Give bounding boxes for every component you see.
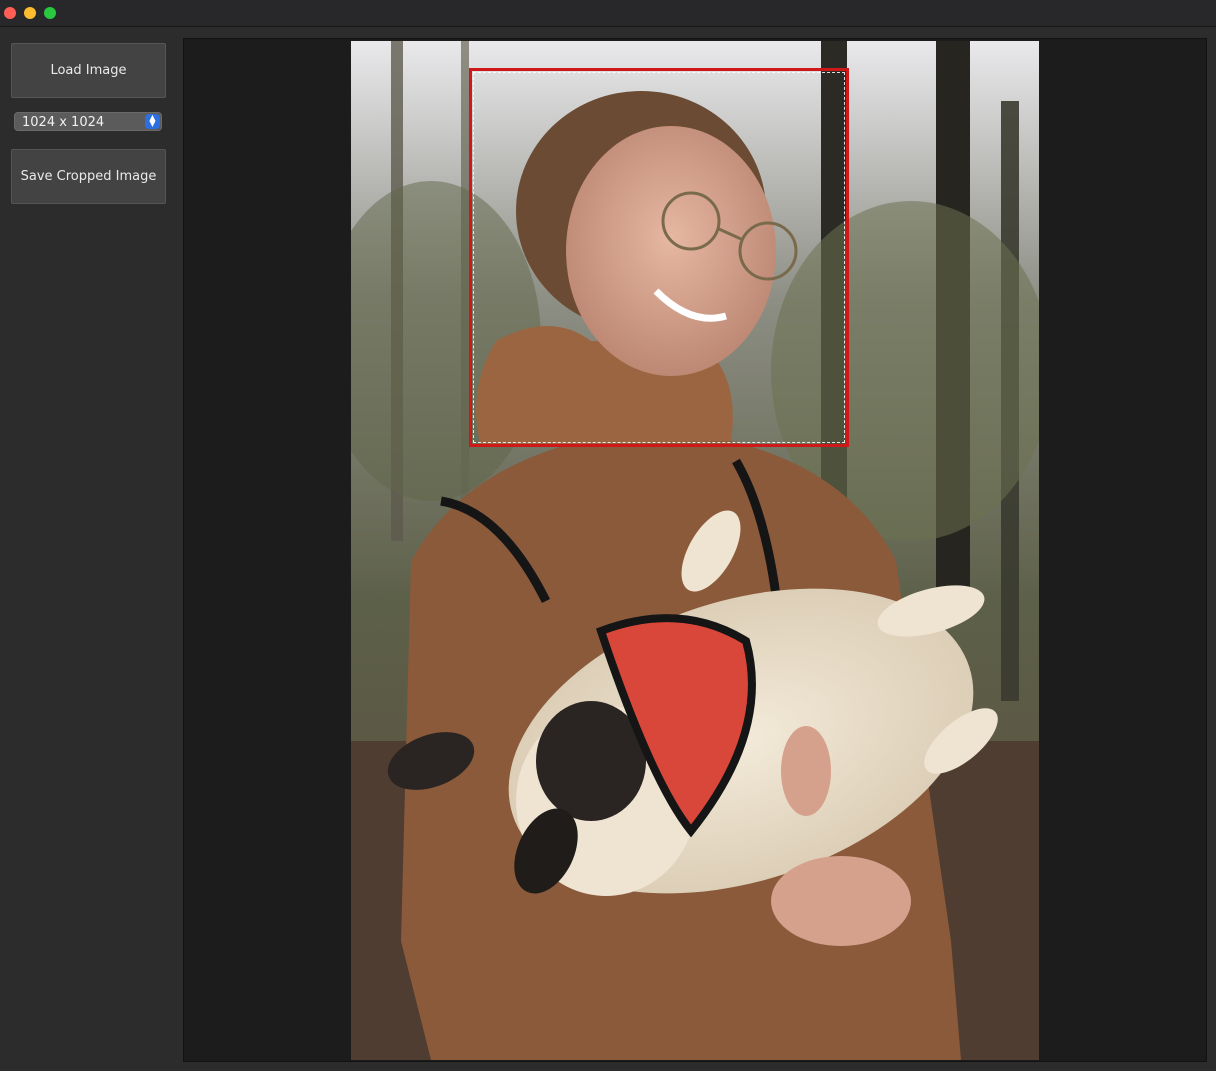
resize-handle-icon[interactable]	[841, 439, 849, 447]
image-canvas[interactable]	[183, 38, 1207, 1062]
minimize-icon[interactable]	[24, 7, 36, 19]
close-icon[interactable]	[4, 7, 16, 19]
size-select[interactable]: 1024 x 1024 ▲ ▼	[14, 112, 162, 131]
title-bar	[0, 0, 1216, 27]
maximize-icon[interactable]	[44, 7, 56, 19]
load-image-button[interactable]: Load Image	[11, 43, 166, 98]
save-cropped-image-button[interactable]: Save Cropped Image	[11, 149, 166, 204]
sidebar: Load Image 1024 x 1024 ▲ ▼ Save Cropped I…	[0, 28, 180, 1071]
size-select-value: 1024 x 1024	[22, 115, 105, 130]
updown-chevron-icon: ▲ ▼	[145, 114, 160, 129]
crop-rectangle[interactable]	[469, 68, 849, 447]
